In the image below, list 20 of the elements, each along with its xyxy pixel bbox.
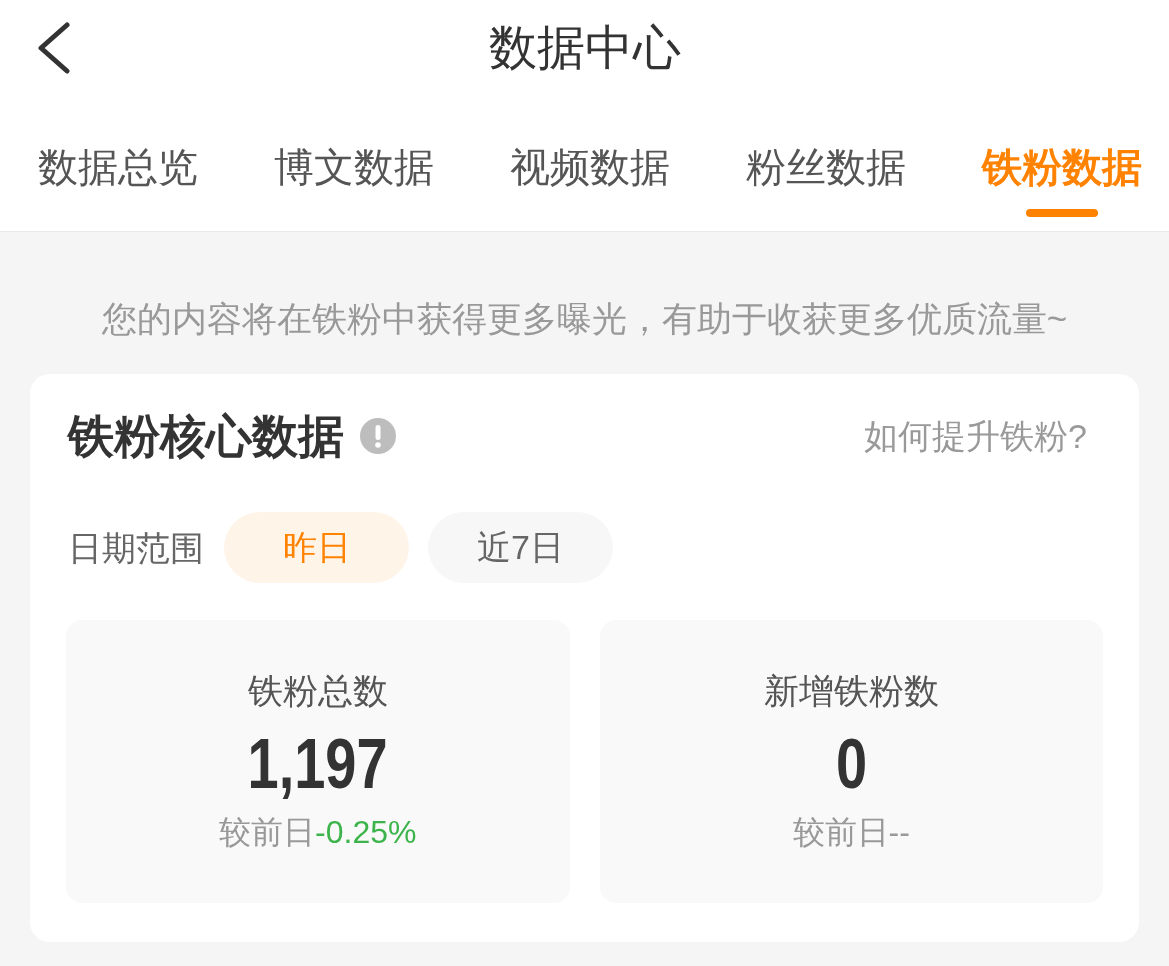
back-button[interactable] (36, 21, 70, 74)
active-tab-indicator (1026, 209, 1098, 217)
date-range-label: 日期范围 (67, 527, 204, 569)
back-icon (36, 21, 70, 74)
page-title: 数据中心 (488, 19, 681, 76)
compare-label: 较前日 (792, 813, 889, 852)
compare-label: 较前日 (219, 813, 316, 852)
stat-value: 1,197 (247, 726, 388, 802)
tab[interactable]: 博文数据 (274, 137, 434, 217)
tab[interactable]: 视频数据 (510, 137, 670, 217)
change-value: -0.25% (315, 813, 417, 852)
tab[interactable]: 粉丝数据 (746, 137, 906, 217)
change-value: -- (888, 813, 910, 852)
stat-label: 新增铁粉数 (763, 670, 939, 712)
notice-text: 您的内容将在铁粉中获得更多曝光，有助于收获更多优质流量~ (101, 298, 1068, 340)
card-title: 铁粉核心数据 (68, 412, 344, 460)
tab[interactable]: 数据总览 (38, 137, 198, 217)
date-option-chip[interactable]: 近7日 (428, 512, 613, 583)
stat-value: 0 (835, 726, 867, 802)
stat-label: 铁粉总数 (247, 670, 388, 712)
